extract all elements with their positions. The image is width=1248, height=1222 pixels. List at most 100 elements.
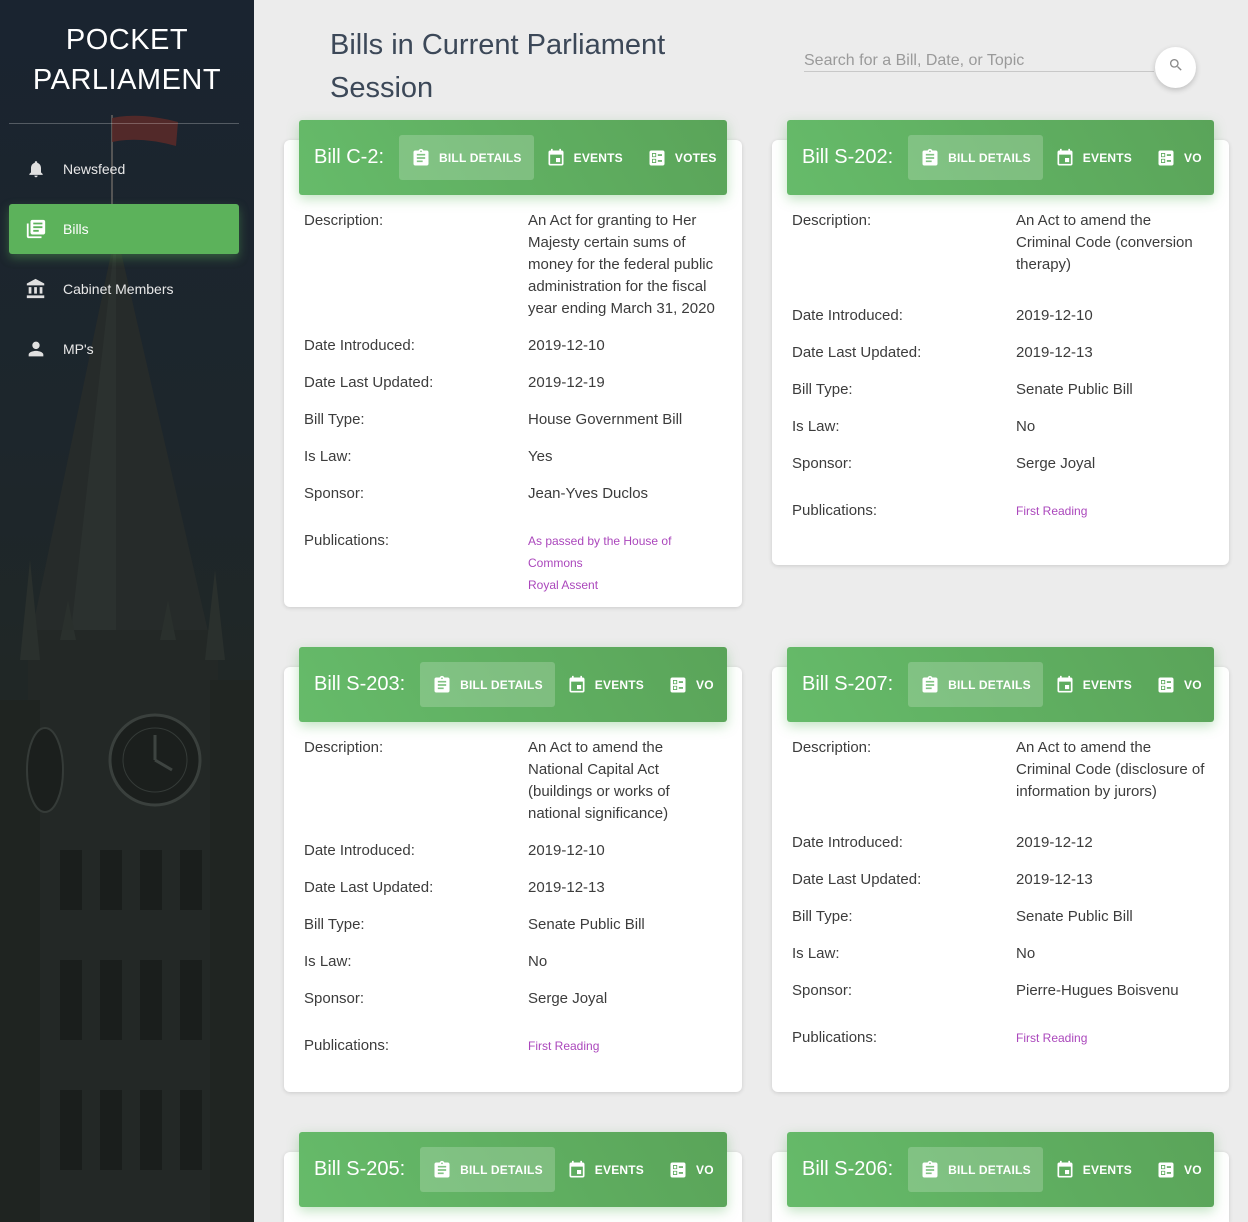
search-icon xyxy=(1168,57,1184,78)
sidebar-item-newsfeed[interactable]: Newsfeed xyxy=(9,144,239,194)
date-last-updated-row: Date Last Updated: 2019-12-19 xyxy=(304,374,605,391)
tab-bill-details[interactable]: BILL DETAILS xyxy=(420,1147,555,1192)
bill-card-header: Bill C-2: BILL DETAILS EVENTS VOTES xyxy=(299,120,727,195)
sidebar-item-label: MP's xyxy=(63,341,94,357)
sidebar-item-bills[interactable]: Bills xyxy=(9,204,239,254)
bill-card: Description: An Act for granting to Her M… xyxy=(284,140,742,607)
search-input[interactable] xyxy=(804,50,1154,72)
bell-icon xyxy=(24,157,48,181)
date-introduced-row: Date Introduced: 2019-12-12 xyxy=(792,834,1093,851)
date-last-updated-row: Date Last Updated: 2019-12-13 xyxy=(304,879,605,896)
bill-card-header: Bill S-202: BILL DETAILS EVENTS VO xyxy=(787,120,1214,195)
bill-card-header: Bill S-205: BILL DETAILS EVENTS VO xyxy=(299,1132,727,1207)
publication-link[interactable]: Royal Assent xyxy=(528,574,722,596)
bill-card-header: Bill S-206: BILL DETAILS EVENTS VO xyxy=(787,1132,1214,1207)
tab-bill-details[interactable]: BILL DETAILS xyxy=(908,662,1043,707)
tab-bill-details[interactable]: BILL DETAILS xyxy=(399,135,534,180)
clipboard-icon xyxy=(922,675,938,692)
ballot-icon xyxy=(670,1162,686,1177)
calendar-icon xyxy=(1057,148,1073,165)
date-last-updated-row: Date Last Updated: 2019-12-13 xyxy=(792,344,1093,361)
sidebar-divider xyxy=(9,123,239,124)
bill-card: Description: An Act to amend the Criminal… xyxy=(772,667,1229,1092)
description-row: Description: An Act for granting to Her M… xyxy=(304,210,722,320)
page-title: Bills in Current Parliament Session xyxy=(330,29,666,104)
bill-number: Bill S-206: xyxy=(802,1158,894,1180)
bill-number: Bill S-203: xyxy=(314,673,406,695)
bill-type-row: Bill Type: Senate Public Bill xyxy=(792,908,1133,925)
clipboard-icon xyxy=(434,675,450,692)
tab-events[interactable]: EVENTS xyxy=(1043,135,1144,180)
sponsor-row: Sponsor: Jean-Yves Duclos xyxy=(304,485,649,502)
calendar-icon xyxy=(548,148,564,165)
ballot-icon xyxy=(649,150,665,165)
publication-link[interactable]: As passed by the House of Commons xyxy=(528,530,722,574)
tab-events[interactable]: EVENTS xyxy=(1043,1147,1144,1192)
tab-bill-details[interactable]: BILL DETAILS xyxy=(908,1147,1043,1192)
publications-row: Publications: First Reading xyxy=(792,1027,1209,1049)
tab-events[interactable]: EVENTS xyxy=(534,135,635,180)
tab-votes[interactable]: VO xyxy=(1144,1147,1214,1192)
ballot-icon xyxy=(670,677,686,692)
sidebar-item-label: Bills xyxy=(63,221,89,237)
bill-type-row: Bill Type: Senate Public Bill xyxy=(304,916,645,933)
sidebar-item-label: Newsfeed xyxy=(63,161,126,177)
sponsor-row: Sponsor: Serge Joyal xyxy=(304,990,608,1007)
tab-votes[interactable]: VO xyxy=(656,1147,726,1192)
bank-icon xyxy=(24,277,48,301)
tab-votes[interactable]: VOTES xyxy=(635,135,727,180)
description-value: An Act for granting to Her Majesty certa… xyxy=(528,212,715,317)
calendar-icon xyxy=(569,675,585,692)
description-value: An Act to amend the Criminal Code (conve… xyxy=(1016,212,1193,273)
date-last-updated-row: Date Last Updated: 2019-12-13 xyxy=(792,871,1093,888)
sidebar-item-mps[interactable]: MP's xyxy=(9,324,239,374)
ballot-icon xyxy=(1158,677,1174,692)
tab-events[interactable]: EVENTS xyxy=(1043,662,1144,707)
search-button[interactable] xyxy=(1155,47,1196,88)
sidebar: POCKET PARLIAMENT Newsfeed Bills Cabinet… xyxy=(0,0,254,1222)
tab-votes[interactable]: VO xyxy=(1144,662,1214,707)
bill-number: Bill S-205: xyxy=(314,1158,406,1180)
clipboard-icon xyxy=(922,1160,938,1177)
description-value: An Act to amend the National Capital Act… xyxy=(528,739,670,822)
date-introduced-row: Date Introduced: 2019-12-10 xyxy=(304,337,605,354)
date-introduced-row: Date Introduced: 2019-12-10 xyxy=(304,842,605,859)
date-introduced-row: Date Introduced: 2019-12-10 xyxy=(792,307,1093,324)
publication-link[interactable]: First Reading xyxy=(1016,500,1209,522)
is-law-row: Is Law: No xyxy=(792,418,1036,435)
person-icon xyxy=(24,337,48,361)
tab-bill-details[interactable]: BILL DETAILS xyxy=(420,662,555,707)
is-law-row: Is Law: Yes xyxy=(304,448,553,465)
bill-card: Description: An Act to amend the Criminal… xyxy=(772,140,1229,565)
tab-bill-details[interactable]: BILL DETAILS xyxy=(908,135,1043,180)
sidebar-item-cabinet-members[interactable]: Cabinet Members xyxy=(9,264,239,314)
publications-row: Publications: As passed by the House of … xyxy=(304,530,722,596)
ballot-icon xyxy=(1158,1162,1174,1177)
is-law-row: Is Law: No xyxy=(792,945,1036,962)
sidebar-item-label: Cabinet Members xyxy=(63,281,174,297)
ballot-icon xyxy=(1158,150,1174,165)
description-row: Description: An Act to amend the Criminal… xyxy=(792,210,1209,290)
publications-row: Publications: First Reading xyxy=(792,500,1209,522)
description-row: Description: An Act to amend the National… xyxy=(304,737,722,825)
clipboard-icon xyxy=(413,148,429,165)
clipboard-icon xyxy=(434,1160,450,1177)
tab-votes[interactable]: VO xyxy=(656,662,726,707)
calendar-icon xyxy=(1057,1160,1073,1177)
tab-votes[interactable]: VO xyxy=(1144,135,1214,180)
bill-card: Description: An Act to amend the National… xyxy=(284,667,742,1092)
calendar-icon xyxy=(569,1160,585,1177)
bill-number: Bill S-202: xyxy=(802,146,894,168)
tab-events[interactable]: EVENTS xyxy=(555,662,656,707)
bill-type-row: Bill Type: House Government Bill xyxy=(304,411,683,428)
description-row: Description: An Act to amend the Criminal… xyxy=(792,737,1209,817)
publication-link[interactable]: First Reading xyxy=(528,1035,722,1057)
clipboard-icon xyxy=(922,148,938,165)
is-law-row: Is Law: No xyxy=(304,953,548,970)
tab-events[interactable]: EVENTS xyxy=(555,1147,656,1192)
publication-link[interactable]: First Reading xyxy=(1016,1027,1209,1049)
library-books-icon xyxy=(24,217,48,241)
brand-line-1: POCKET xyxy=(65,24,189,56)
bill-card-header: Bill S-203: BILL DETAILS EVENTS VO xyxy=(299,647,727,722)
bill-card-header: Bill S-207: BILL DETAILS EVENTS VO xyxy=(787,647,1214,722)
